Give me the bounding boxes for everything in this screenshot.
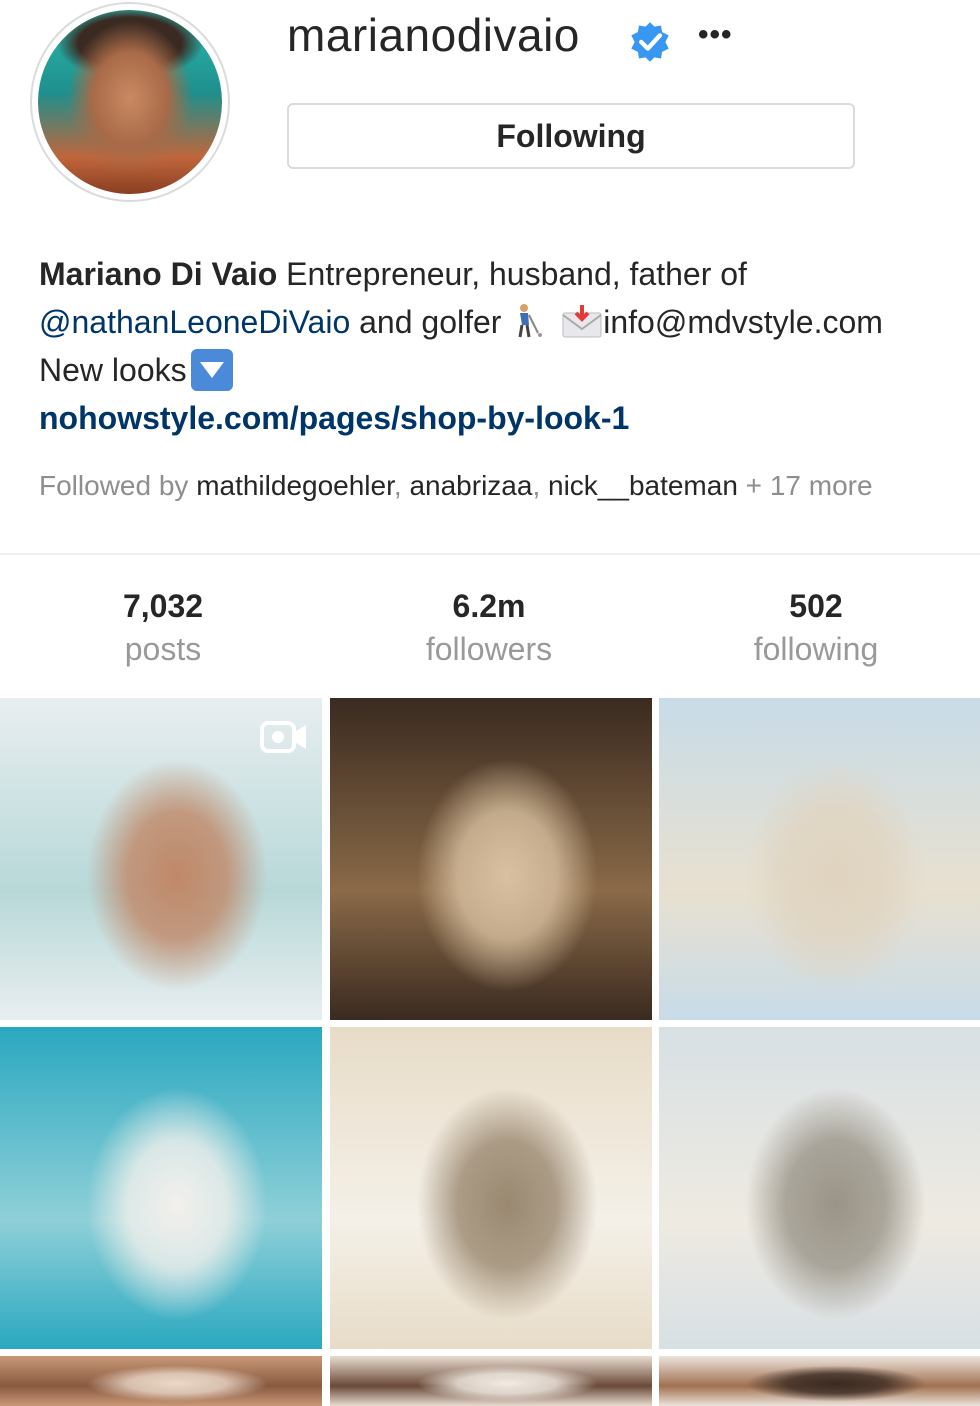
envelope-emoji-icon bbox=[562, 305, 602, 338]
stat-label: posts bbox=[124, 631, 202, 667]
following-button[interactable]: Following bbox=[287, 103, 855, 169]
followed-by-user[interactable]: anabrizaa bbox=[409, 470, 532, 501]
followed-by-separator: , bbox=[393, 470, 410, 501]
bio-text-line3: New looks bbox=[39, 352, 187, 388]
stat-posts[interactable]: 7,032 posts bbox=[0, 586, 326, 672]
bio-email[interactable]: info@mdvstyle.com bbox=[603, 304, 883, 340]
stat-value: 502 bbox=[789, 588, 843, 624]
bio-text-line2: and golfer bbox=[350, 304, 502, 340]
down-arrow-emoji-icon bbox=[190, 349, 233, 391]
post-thumbnail[interactable] bbox=[659, 698, 980, 1020]
video-camera-icon bbox=[260, 721, 306, 753]
profile-username: marianodivaio bbox=[287, 9, 580, 61]
post-thumbnail[interactable] bbox=[330, 698, 652, 1020]
bio-text-line1: Entrepreneur, husband, father of bbox=[277, 256, 747, 292]
bio-mention-link[interactable]: @nathanLeoneDiVaio bbox=[39, 304, 350, 340]
followed-by-user[interactable]: mathildegoehler bbox=[196, 470, 394, 501]
post-thumbnail[interactable] bbox=[0, 698, 322, 1020]
post-thumbnail[interactable] bbox=[330, 1356, 652, 1406]
verified-badge-icon bbox=[631, 22, 669, 62]
followed-by-more[interactable]: + 17 more bbox=[738, 470, 873, 501]
post-thumbnail[interactable] bbox=[659, 1356, 980, 1406]
post-thumbnail[interactable] bbox=[330, 1027, 652, 1349]
avatar[interactable] bbox=[38, 10, 222, 194]
stat-following[interactable]: 502 following bbox=[653, 586, 979, 672]
stat-label: followers bbox=[425, 631, 553, 667]
more-options-icon[interactable]: ••• bbox=[698, 18, 733, 52]
followed-by-user[interactable]: nick__bateman bbox=[548, 470, 738, 501]
bio-full-name: Mariano Di Vaio bbox=[39, 256, 278, 292]
post-thumbnail[interactable] bbox=[0, 1356, 322, 1406]
stat-value: 6.2m bbox=[452, 588, 526, 624]
post-thumbnail[interactable] bbox=[659, 1027, 980, 1349]
stat-label: following bbox=[753, 631, 879, 667]
post-thumbnail[interactable] bbox=[0, 1027, 322, 1349]
bio-website-link[interactable]: nohowstyle.com/pages/shop-by-look-1 bbox=[39, 400, 629, 436]
followed-by[interactable]: Followed by mathildegoehler, anabrizaa, … bbox=[39, 470, 873, 502]
divider bbox=[0, 553, 980, 555]
followed-by-prefix: Followed by bbox=[39, 470, 197, 501]
followed-by-separator: , bbox=[532, 470, 548, 501]
stat-value: 7,032 bbox=[122, 588, 204, 624]
bio: Mariano Di Vaio Entrepreneur, husband, f… bbox=[39, 250, 959, 442]
golfer-emoji-icon bbox=[518, 304, 543, 338]
stat-followers[interactable]: 6.2m followers bbox=[326, 586, 652, 672]
